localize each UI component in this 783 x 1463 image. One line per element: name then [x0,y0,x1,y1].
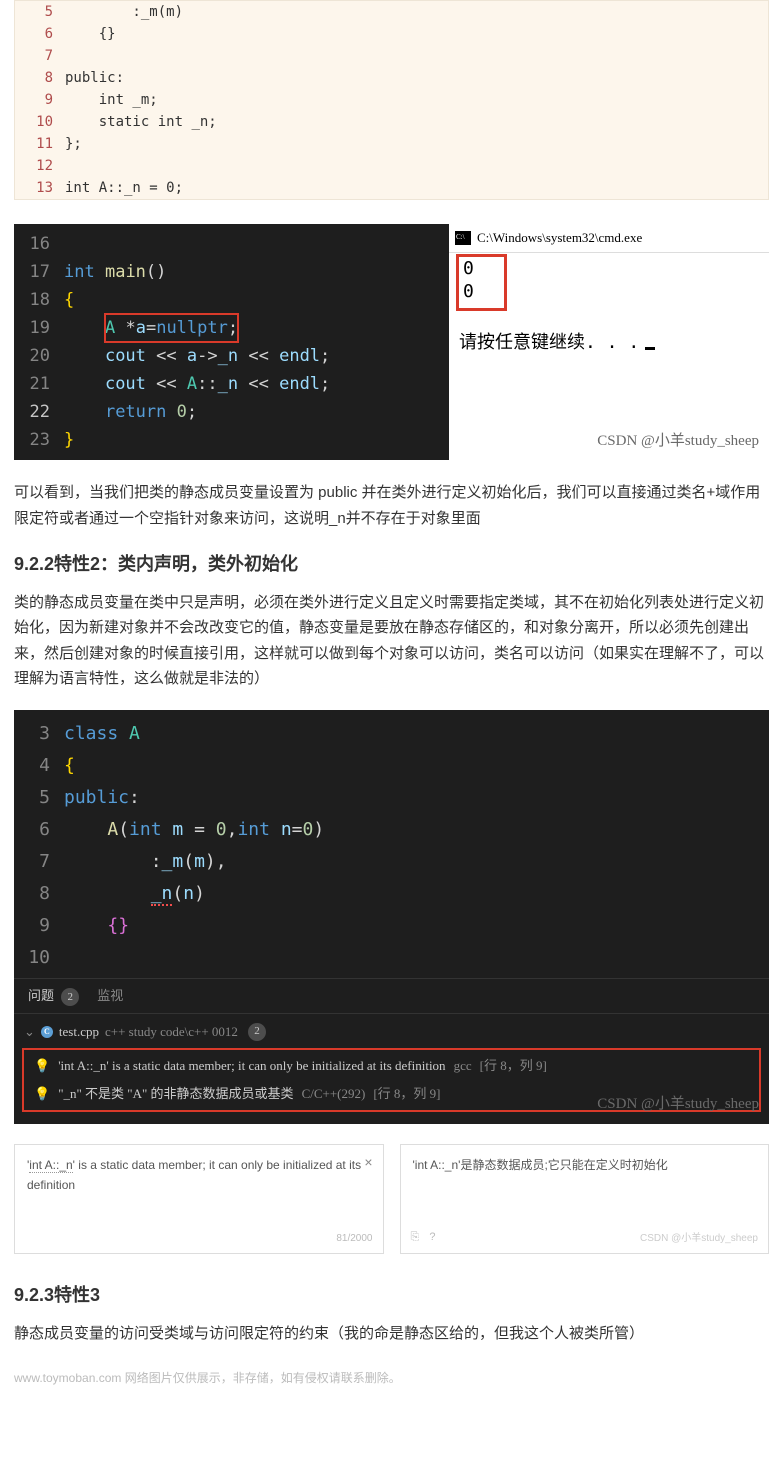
paragraph: 静态成员变量的访问受类域与访问限定符的约束（我的命是静态区给的，但我这个人被类所… [14,1321,769,1347]
tab-watch[interactable]: 监视 [97,985,123,1007]
watermark-text: CSDN @小羊study_sheep [597,429,759,455]
watermark-text: CSDN @小羊study_sheep [640,1230,758,1247]
cmd-title-text: C:\Windows\system32\cmd.exe [477,227,642,249]
problem-file-name: test.cpp [59,1021,99,1043]
problem-message: 'int A::_n' is a static data member; it … [58,1055,445,1077]
cmd-icon [455,231,471,245]
section-heading-923: 9.2.3特性3 [14,1280,769,1311]
cmd-output-line: 0 [463,257,474,280]
cmd-output-line: 0 [463,280,474,303]
copy-icon[interactable]: ⎘ [411,1228,420,1247]
footer-disclaimer: www.toymoban.com 网络图片仅供展示，非存储，如有侵权请联系删除。 [0,1364,783,1392]
card-text: 'int A::_n'是静态数据成员;它只能在定义时初始化 [413,1158,668,1172]
section-heading-922: 9.2.2特性2：类内声明，类外初始化 [14,549,769,580]
problems-count-badge: 2 [61,988,79,1006]
help-icon[interactable]: ? [429,1228,435,1247]
file-problem-count-badge: 2 [248,1023,266,1041]
tooltip-card-translated: 'int A::_n'是静态数据成员;它只能在定义时初始化 ⎘ ? CSDN @… [400,1144,770,1254]
cmd-window: C:\Windows\system32\cmd.exe 0 0 请按任意键继续.… [449,224,769,460]
card-text-rest: ' is a static data member; it can only b… [27,1158,361,1192]
editor-screenshot-1: 1617int main()18{19 A *a=nullptr;20 cout… [14,224,769,460]
lightbulb-icon: 💡 [34,1083,50,1105]
problems-tabs: 问题 2 监视 [14,978,769,1014]
code-block-light: 5 :_m(m)6 {}78public:9 int _m;10 static … [14,0,769,200]
problem-file-row[interactable]: ⌄ C test.cpp c++ study code\c++ 0012 2 [14,1018,769,1046]
problem-source: C/C++(292) [302,1083,366,1105]
tooltip-card-source: × 'int A::_n' is a static data member; i… [14,1144,384,1254]
problem-file-path: c++ study code\c++ 0012 [105,1021,238,1043]
watermark-text: CSDN @小羊study_sheep [597,1092,759,1118]
cpp-file-icon: C [41,1026,53,1038]
editor-screenshot-2: 3class A4{5public:6 A(int m = 0,int n=0)… [14,710,769,1124]
cmd-prompt: 请按任意键继续. . . [459,332,639,353]
problem-item[interactable]: 💡 'int A::_n' is a static data member; i… [28,1052,755,1080]
close-icon[interactable]: × [364,1151,372,1175]
card-text-underlined: int A::_n [29,1158,72,1173]
chevron-down-icon: ⌄ [24,1021,35,1043]
cursor-icon [645,347,655,350]
lightbulb-icon: 💡 [34,1055,50,1077]
problem-message: "_n" 不是类 "A" 的非静态数据成员或基类 [58,1083,293,1105]
paragraph: 类的静态成员变量在类中只是声明，必须在类外进行定义且定义时需要指定类域，其不在初… [14,590,769,692]
tab-problems[interactable]: 问题 2 [28,985,79,1007]
cmd-output-highlight: 0 0 [459,257,504,308]
problem-source: gcc [454,1055,472,1077]
paragraph: 可以看到，当我们把类的静态成员变量设置为 public 并在类外进行定义初始化后… [14,480,769,531]
char-counter: 81/2000 [336,1230,372,1247]
tooltip-cards-row: × 'int A::_n' is a static data member; i… [14,1144,769,1254]
problem-location: [行 8，列 9] [480,1055,547,1077]
problem-location: [行 8，列 9] [373,1083,440,1105]
